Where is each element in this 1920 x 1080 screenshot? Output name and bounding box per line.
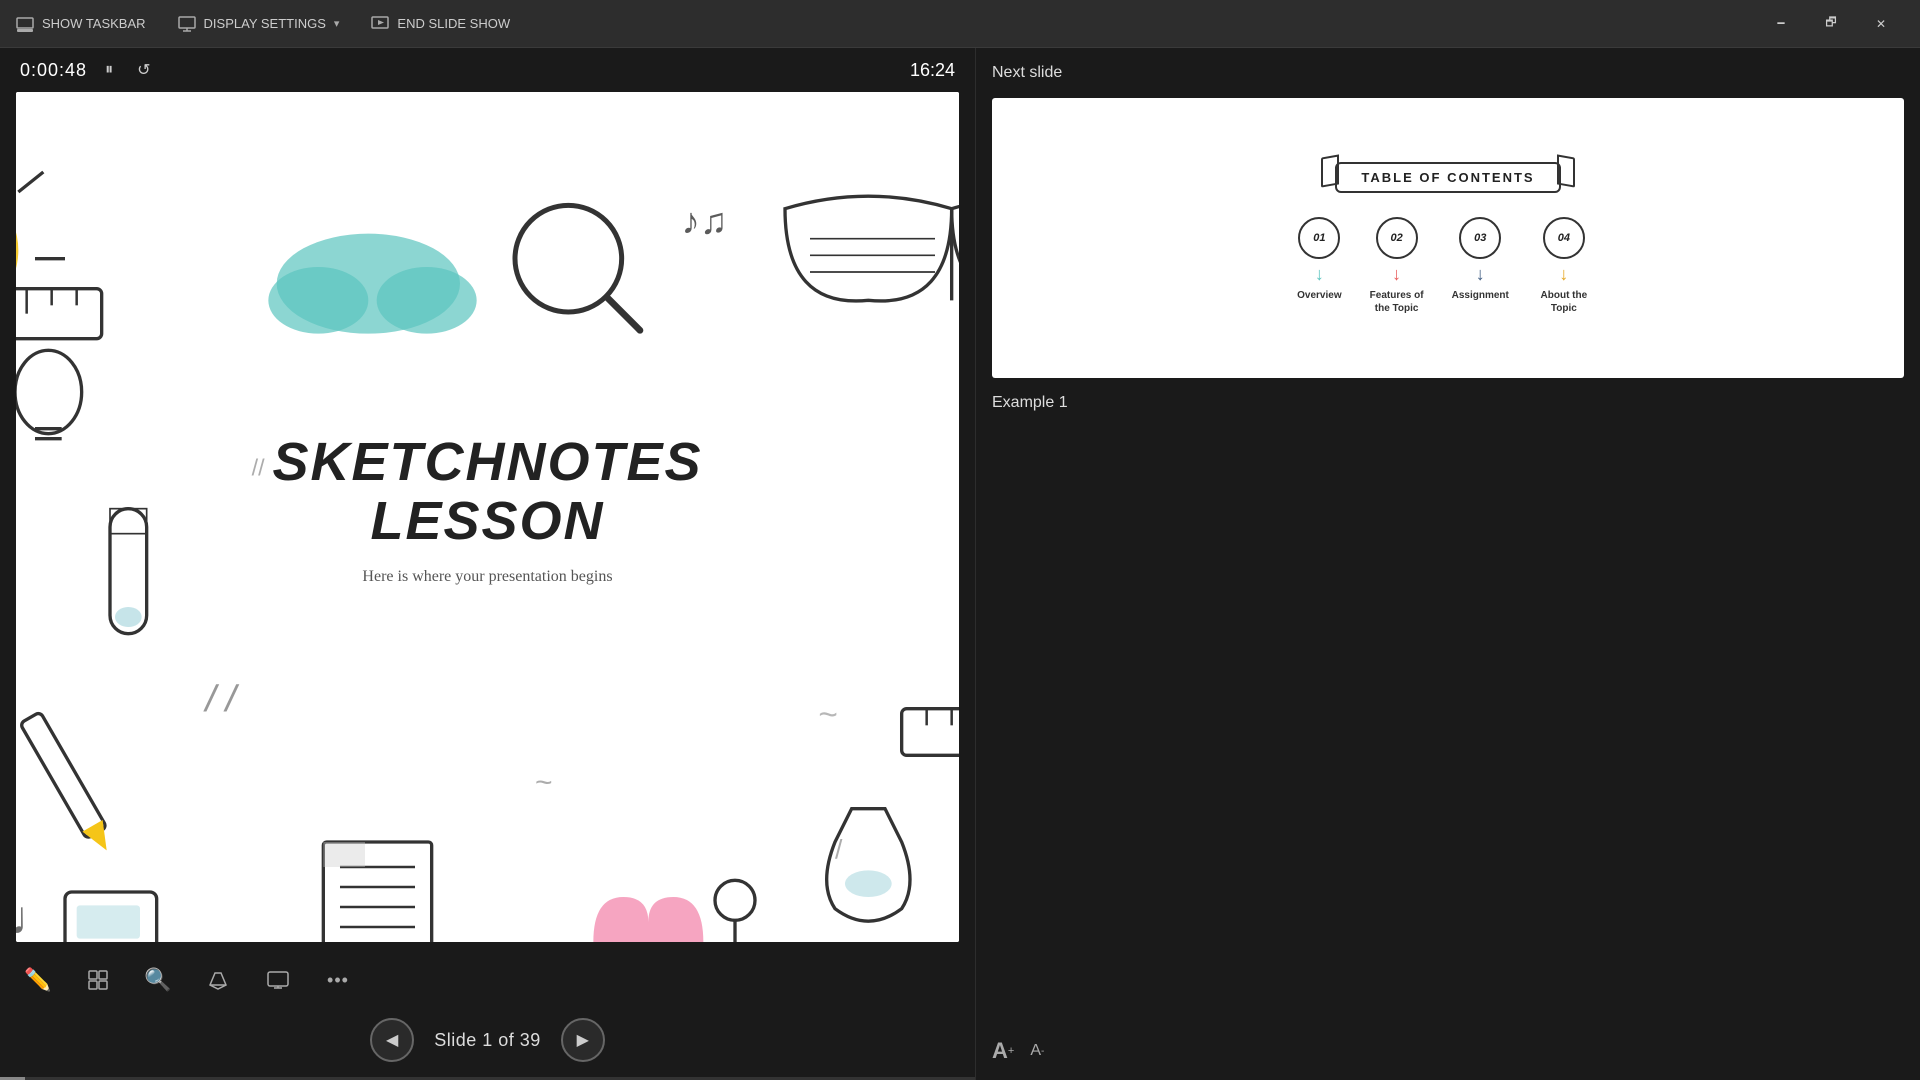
toc-circle-4: 04 (1543, 217, 1585, 259)
right-panel: Next slide TABLE OF CONTENTS 01 ↓ Overvi… (975, 48, 1920, 1080)
toc-label-2: Features of the Topic (1362, 289, 1432, 315)
more-tool-button[interactable]: ••• (320, 962, 356, 998)
toc-circle-3: 03 (1459, 217, 1501, 259)
display-settings-btn[interactable]: DISPLAY SETTINGS ▾ (178, 15, 340, 33)
next-slide-button[interactable]: ▶ (561, 1018, 605, 1062)
toc-items: 01 ↓ Overview 02 ↓ Features of the Topic… (1297, 217, 1599, 315)
timer-bar: 0:00:48 ⏸ ↺ 16:24 (0, 48, 975, 92)
end-slide-show-btn[interactable]: END SLIDE SHOW (371, 15, 510, 33)
slide-subtitle: Here is where your presentation begins (272, 568, 702, 586)
timer-left: 0:00:48 ⏸ ↺ (20, 58, 156, 82)
svg-text:♩: ♩ (16, 892, 57, 942)
show-taskbar-btn[interactable]: SHOW TASKBAR (16, 15, 146, 33)
font-increase-button[interactable]: A + (992, 1038, 1014, 1064)
elapsed-time: 0:00:48 (20, 60, 87, 81)
toc-arrow-1: ↓ (1315, 265, 1324, 283)
toc-arrow-4: ↓ (1559, 265, 1568, 283)
svg-text:/: / (835, 835, 843, 865)
search-tool-button[interactable]: 🔍 (140, 962, 176, 998)
toc-circle-1: 01 (1298, 217, 1340, 259)
main-toolbar: SHOW TASKBAR DISPLAY SETTINGS ▾ END SLID… (0, 0, 1920, 48)
toc-banner: TABLE OF CONTENTS (1335, 162, 1560, 193)
restore-button[interactable]: 🗗 (1808, 8, 1854, 40)
reset-button[interactable]: ↺ (131, 58, 156, 82)
next-slide-label: Next slide (992, 64, 1904, 82)
slide-counter: Slide 1 of 39 (434, 1030, 541, 1051)
toc-label-1: Overview (1297, 289, 1341, 302)
grid-tool-button[interactable] (80, 962, 116, 998)
pen-tool-button[interactable]: ✏️ (20, 962, 56, 998)
toc-item-1: 01 ↓ Overview (1297, 217, 1341, 302)
svg-text:~: ~ (535, 766, 553, 799)
slide-title: SKETCHNOTES LESSON (272, 433, 702, 552)
toc-label-3: Assignment (1452, 289, 1509, 302)
font-increase-icon: A (992, 1038, 1008, 1064)
toc-label-4: About the Topic (1529, 289, 1599, 315)
main-layout: 0:00:48 ⏸ ↺ 16:24 (0, 48, 1920, 1080)
example-label: Example 1 (992, 394, 1904, 412)
font-decrease-icon: A (1030, 1042, 1041, 1060)
navigation-bar: ◀ Slide 1 of 39 ▶ (0, 1010, 975, 1080)
slide-toolbar: ✏️ 🔍 (0, 950, 975, 1010)
toc-circle-2: 02 (1376, 217, 1418, 259)
close-button[interactable]: ✕ (1858, 8, 1904, 40)
current-time: 16:24 (910, 60, 955, 81)
display-settings-icon (178, 15, 196, 33)
font-controls: A + A - (992, 1022, 1904, 1064)
toc-arrow-3: ↓ (1476, 265, 1485, 283)
slide-canvas: ♪♫ A (16, 92, 959, 942)
window-controls: 🗕 🗗 ✕ (1758, 8, 1904, 40)
toc-item-3: 03 ↓ Assignment (1452, 217, 1509, 302)
screen-tool-button[interactable] (260, 962, 296, 998)
svg-text:~: ~ (818, 696, 837, 733)
end-slideshow-icon (371, 15, 389, 33)
highlight-tool-button[interactable] (200, 962, 236, 998)
slide-center: SKETCHNOTES LESSON Here is where your pr… (272, 433, 702, 586)
font-decrease-button[interactable]: A - (1030, 1042, 1044, 1060)
toc-item-2: 02 ↓ Features of the Topic (1362, 217, 1432, 315)
prev-slide-button[interactable]: ◀ (370, 1018, 414, 1062)
svg-text:♪♫: ♪♫ (682, 201, 728, 242)
slide-content: ♪♫ A (16, 92, 959, 942)
svg-text://: // (252, 454, 265, 480)
toc-item-4: 04 ↓ About the Topic (1529, 217, 1599, 315)
taskbar-icon (16, 15, 34, 33)
minimize-button[interactable]: 🗕 (1758, 8, 1804, 40)
pause-button[interactable]: ⏸ (99, 59, 119, 81)
next-slide-preview[interactable]: TABLE OF CONTENTS 01 ↓ Overview 02 ↓ Fea… (992, 98, 1904, 378)
presentation-area: 0:00:48 ⏸ ↺ 16:24 (0, 48, 975, 1080)
svg-text://: // (202, 678, 242, 717)
toc-arrow-2: ↓ (1392, 265, 1401, 283)
